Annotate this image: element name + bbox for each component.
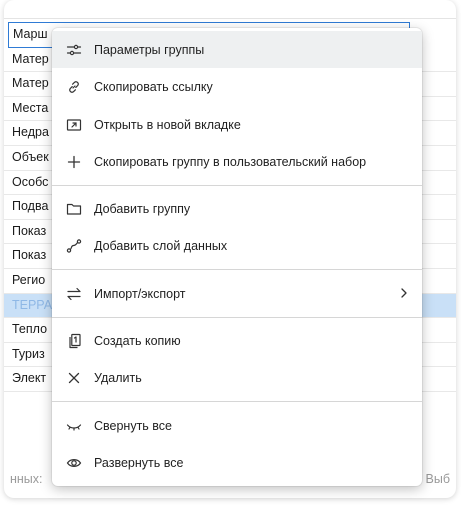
- panel-header-strip: [4, 0, 456, 19]
- footer-left-text: нных:: [10, 472, 43, 486]
- menu-item-label: Удалить: [94, 370, 142, 385]
- close-icon: [66, 370, 82, 386]
- import-export-icon: [66, 286, 82, 302]
- menu-item-copy-to-custom-set[interactable]: Скопировать группу в пользовательский на…: [52, 143, 422, 180]
- menu-item-add-group[interactable]: Добавить группу: [52, 190, 422, 227]
- menu-item-collapse-all[interactable]: Свернуть все: [52, 407, 422, 444]
- menu-item-add-data-layer[interactable]: Добавить слой данных: [52, 227, 422, 264]
- menu-item-open-new-tab[interactable]: Открыть в новой вкладке: [52, 106, 422, 143]
- chevron-right-icon: [398, 286, 410, 300]
- open-in-new-tab-icon: [66, 117, 82, 133]
- menu-separator: [52, 269, 422, 270]
- menu-separator: [52, 185, 422, 186]
- menu-item-label: Добавить группу: [94, 201, 191, 216]
- menu-separator: [52, 401, 422, 402]
- menu-item-label: Скопировать группу в пользовательский на…: [94, 154, 367, 169]
- menu-item-label: Параметры группы: [94, 42, 205, 57]
- folder-icon: [66, 201, 82, 217]
- sliders-icon: [66, 42, 82, 58]
- menu-item-import-export[interactable]: Импорт/экспорт: [52, 275, 422, 312]
- menu-item-label: Открыть в новой вкладке: [94, 117, 241, 132]
- eye-closed-icon: [66, 418, 82, 434]
- menu-item-group-settings[interactable]: Параметры группы: [52, 31, 422, 68]
- menu-item-label: Импорт/экспорт: [94, 286, 186, 301]
- footer-right-text: Выб: [425, 472, 450, 486]
- menu-item-label: Скопировать ссылку: [94, 79, 213, 94]
- route-icon: [66, 238, 82, 254]
- menu-item-copy-link[interactable]: Скопировать ссылку: [52, 68, 422, 105]
- menu-item-label: Развернуть все: [94, 455, 184, 470]
- menu-item-label: Добавить слой данных: [94, 238, 228, 253]
- copy-icon: [66, 333, 82, 349]
- menu-item-expand-all[interactable]: Развернуть все: [52, 444, 422, 481]
- menu-item-delete[interactable]: Удалить: [52, 359, 422, 396]
- menu-separator: [52, 317, 422, 318]
- context-menu: Параметры группы Скопировать ссылку Откр…: [52, 28, 422, 486]
- eye-icon: [66, 455, 82, 471]
- menu-item-label: Создать копию: [94, 333, 181, 348]
- menu-item-label: Свернуть все: [94, 418, 172, 433]
- plus-icon: [66, 154, 82, 170]
- link-icon: [66, 79, 82, 95]
- menu-item-create-copy[interactable]: Создать копию: [52, 322, 422, 359]
